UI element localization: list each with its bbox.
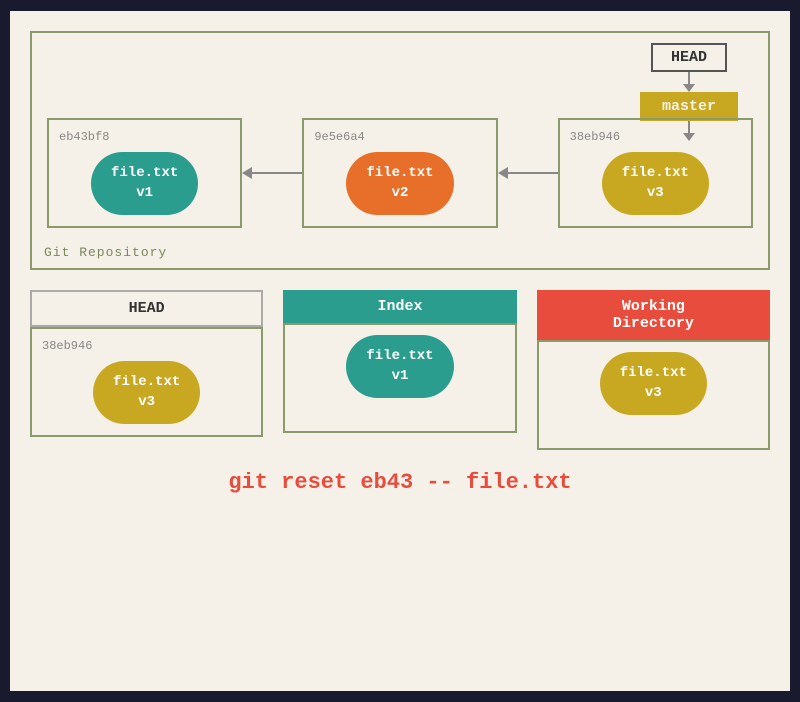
arrowhead-left-2 — [498, 167, 508, 179]
git-repo-label: Git Repository — [44, 245, 167, 260]
arrowhead-left-1 — [242, 167, 252, 179]
main-container: HEAD master eb43bf8 file.txtv1 — [10, 11, 790, 691]
arrow-3-to-2 — [498, 167, 558, 179]
commits-row: eb43bf8 file.txtv1 9e5e6a4 file.txtv2 — [47, 108, 753, 258]
head-inner-box: 38eb946 file.txtv3 — [30, 327, 263, 437]
bottom-section: HEAD 38eb946 file.txtv3 Index file.txtv1… — [30, 290, 770, 500]
file-blob-1: file.txtv1 — [91, 152, 198, 215]
working-inner-box: file.txtv3 — [537, 340, 770, 450]
index-section-header: Index — [283, 290, 516, 323]
horiz-line-2 — [508, 172, 558, 174]
arrow-triangle — [683, 84, 695, 92]
file-blob-3: file.txtv3 — [602, 152, 709, 215]
arrow-line — [688, 72, 690, 84]
head-file-blob: file.txtv3 — [93, 361, 200, 424]
head-section-header: HEAD — [30, 290, 263, 327]
head-hash: 38eb946 — [42, 339, 92, 353]
working-file-blob: file.txtv3 — [600, 352, 707, 415]
arrow-2-to-1 — [242, 167, 302, 179]
commit-box-1: eb43bf8 file.txtv1 — [47, 118, 242, 228]
bottom-boxes-row: HEAD 38eb946 file.txtv3 Index file.txtv1… — [30, 290, 770, 450]
arrow-head-to-master — [683, 72, 695, 92]
commit-hash-2: 9e5e6a4 — [314, 130, 364, 144]
head-label: HEAD — [651, 43, 727, 72]
horiz-arrow-1 — [242, 167, 302, 179]
git-repo-box: HEAD master eb43bf8 file.txtv1 — [30, 31, 770, 270]
commit-box-2: 9e5e6a4 file.txtv2 — [302, 118, 497, 228]
horiz-arrow-2 — [498, 167, 558, 179]
commit-box-3: 38eb946 file.txtv3 — [558, 118, 753, 228]
index-file-blob: file.txtv1 — [346, 335, 453, 398]
bottom-head-box: HEAD 38eb946 file.txtv3 — [30, 290, 263, 437]
commit-hash-3: 38eb946 — [570, 130, 620, 144]
file-blob-2: file.txtv2 — [346, 152, 453, 215]
index-inner-box: file.txtv1 — [283, 323, 516, 433]
working-section-header: WorkingDirectory — [537, 290, 770, 340]
commit-hash-1: eb43bf8 — [59, 130, 109, 144]
horiz-line-1 — [252, 172, 302, 174]
bottom-working-box: WorkingDirectory file.txtv3 — [537, 290, 770, 450]
bottom-index-box: Index file.txtv1 — [283, 290, 516, 433]
command-line: git reset eb43 -- file.txt — [30, 465, 770, 500]
